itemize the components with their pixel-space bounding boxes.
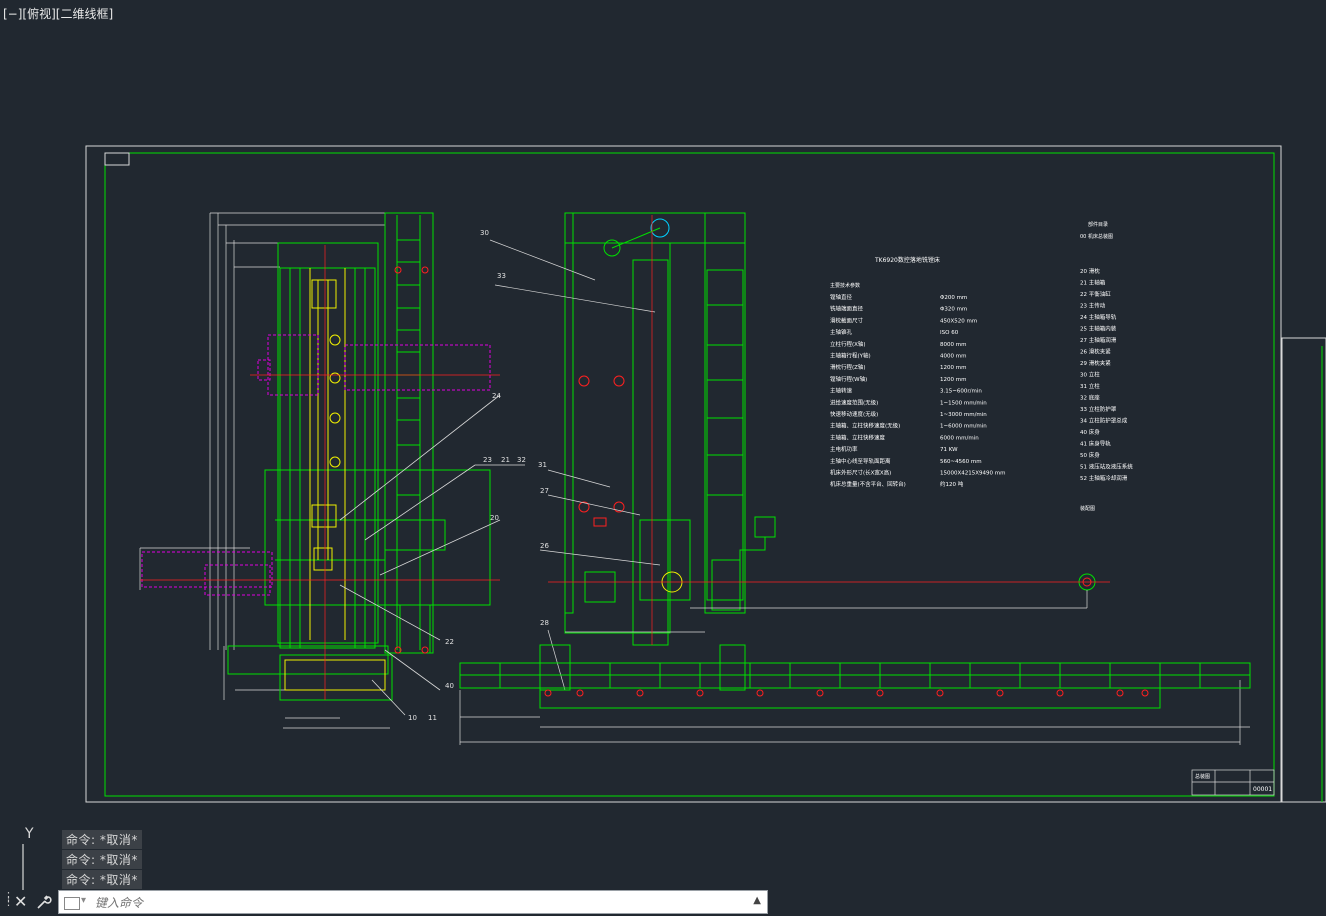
spec-value: 450X520 mm — [940, 318, 977, 324]
parts-header-title: 部件目录 — [1088, 221, 1108, 228]
title-block-name: 总装图 — [1195, 773, 1210, 780]
spec-label: 镗轴行程(W轴) — [830, 375, 867, 383]
command-prompt-icon[interactable] — [64, 897, 80, 910]
callout-20: 20 — [490, 514, 499, 522]
command-input[interactable] — [93, 893, 737, 913]
machine-title: TK6920数控落地铣镗床 — [874, 256, 940, 264]
close-icon[interactable]: ✕ — [14, 892, 27, 911]
parts-list-item: 33 立柱防护罩 — [1080, 405, 1117, 413]
parts-list-item: 27 主轴箱润滑 — [1080, 336, 1117, 344]
parts-list-item: 29 滑枕夹紧 — [1080, 359, 1111, 367]
callout-27: 27 — [540, 487, 549, 495]
spec-value: Φ320 mm — [940, 307, 967, 313]
spec-label: 铣轴端面直径 — [830, 305, 864, 313]
callout-28: 28 — [540, 619, 549, 627]
spec-value: 8000 mm — [940, 342, 966, 348]
parts-list-item: 31 立柱 — [1080, 382, 1100, 390]
callout-10: 10 — [408, 714, 417, 722]
callout-31: 31 — [538, 461, 547, 469]
title-block-number: 00001 — [1253, 786, 1272, 793]
wrench-icon[interactable] — [36, 894, 52, 910]
spec-value: 1~1500 mm/min — [940, 400, 987, 406]
parts-list-item: 23 主传动 — [1080, 302, 1106, 310]
spec-value: 560~4560 mm — [940, 459, 982, 465]
parts-list-item: 21 主轴箱 — [1080, 279, 1106, 287]
spec-label: 主电机功率 — [830, 445, 858, 453]
left-column — [227, 212, 491, 701]
spec-value: 71 KW — [940, 447, 958, 453]
spec-label: 滑枕行程(Z轴) — [830, 363, 866, 371]
callout-23: 23 — [483, 456, 492, 464]
callout-22: 22 — [445, 638, 454, 646]
machine-bed — [459, 644, 1251, 709]
parts-list-item: 26 滑枕夹紧 — [1080, 348, 1111, 356]
parts-list-item: 34 立柱防护罩总成 — [1080, 417, 1128, 425]
parts-header-assembly: 00 机床总装图 — [1080, 233, 1113, 240]
spec-label: 滑枕截面尺寸 — [830, 316, 864, 324]
callout-32: 32 — [517, 456, 526, 464]
spec-label: 主轴箱行程(Y轴) — [830, 352, 871, 360]
callout-24: 24 — [492, 392, 501, 400]
spec-label: 主轴箱、立柱快移速度 — [830, 433, 886, 441]
parts-list-item: 20 滑枕 — [1080, 267, 1100, 275]
parts-list-item: 30 立柱 — [1080, 371, 1100, 379]
spec-section-title: 主要技术参数 — [830, 282, 860, 289]
parts-list-item: 41 床身导轨 — [1080, 440, 1111, 448]
callout-40: 40 — [445, 682, 454, 690]
spec-label: 机床外形尺寸(长X宽X高) — [830, 469, 891, 477]
spec-table: 镗轴直径 Φ200 mm 铣轴端面直径 Φ320 mm 滑枕截面尺寸 450X520 mm… — [830, 293, 1006, 488]
parts-footer: 装配图 — [1080, 505, 1095, 512]
parts-list-item: 25 主轴箱内装 — [1080, 325, 1117, 333]
parts-list-item: 52 主轴箱冷却润滑 — [1080, 474, 1128, 482]
command-input-box[interactable]: ▾ ▲ — [58, 890, 768, 914]
expand-history-icon[interactable]: ▲ — [753, 895, 761, 906]
spec-value: Φ200 mm — [940, 295, 967, 301]
parts-list-item: 32 底座 — [1080, 394, 1100, 402]
callout-11: 11 — [428, 714, 437, 722]
parts-list-item: 51 液压站及液压系统 — [1080, 463, 1133, 471]
drag-grip-icon[interactable]: ⋮ ⋮ — [3, 891, 14, 910]
spec-label: 机床总重量(不含平台、回转台) — [830, 480, 906, 488]
callout-33: 33 — [497, 272, 506, 280]
drawing-canvas[interactable]: 30 33 24 23 21 32 31 20 27 26 22 28 40 1… — [0, 0, 1326, 916]
spec-value: 1200 mm — [940, 377, 966, 383]
ucs-icon: Y — [22, 826, 34, 890]
parts-list: 20 滑枕 21 主轴箱 22 平衡油缸 23 主传动 24 主轴箱导轨 25 主轴箱内装… — [1080, 267, 1133, 482]
left-magenta-parts — [141, 334, 491, 596]
spec-label: 主轴中心线至导轨面距离 — [830, 457, 891, 465]
spec-value: 3.15~600r/min — [940, 389, 982, 395]
command-history-line-2: 命令: *取消* — [62, 850, 142, 869]
spec-label: 立柱行程(X轴) — [830, 340, 866, 348]
svg-text:Y: Y — [24, 826, 34, 842]
left-column-ladder — [396, 215, 421, 650]
spec-label: 主轴转速 — [830, 387, 853, 395]
spec-value: 1~6000 mm/min — [940, 424, 987, 430]
parts-list-item: 50 床身 — [1080, 451, 1100, 459]
parts-list-item: 40 床身 — [1080, 428, 1100, 436]
callout-26: 26 — [540, 542, 549, 550]
spec-label: 快速移动速度(无级) — [830, 410, 878, 418]
parts-list-item: 24 主轴箱导轨 — [1080, 313, 1117, 321]
spec-value: ISO 60 — [940, 330, 959, 336]
spec-label: 主轴锥孔 — [830, 328, 853, 336]
spec-label: 主轴箱、立柱快移速度(无级) — [830, 422, 900, 430]
command-line-bar: ⋮⋮ ✕ ▾ ▲ — [0, 888, 770, 916]
spec-value: 1~3000 mm/min — [940, 412, 987, 418]
spec-value: 1200 mm — [940, 365, 966, 371]
callout-30: 30 — [480, 229, 489, 237]
spec-label: 进给速度范围(无级) — [830, 398, 878, 406]
spec-value: 约120 吨 — [940, 480, 964, 488]
spec-label: 镗轴直径 — [830, 293, 853, 301]
spec-value: 15000X4215X9490 mm — [940, 471, 1006, 477]
spec-value: 6000 mm/min — [940, 435, 979, 441]
command-history-line-1: 命令: *取消* — [62, 830, 142, 849]
callout-21: 21 — [501, 456, 510, 464]
chevron-down-icon[interactable]: ▾ — [81, 895, 86, 906]
command-history-line-3: 命令: *取消* — [62, 870, 142, 889]
parts-list-item: 22 平衡油缸 — [1080, 290, 1111, 298]
spec-value: 4000 mm — [940, 354, 966, 360]
